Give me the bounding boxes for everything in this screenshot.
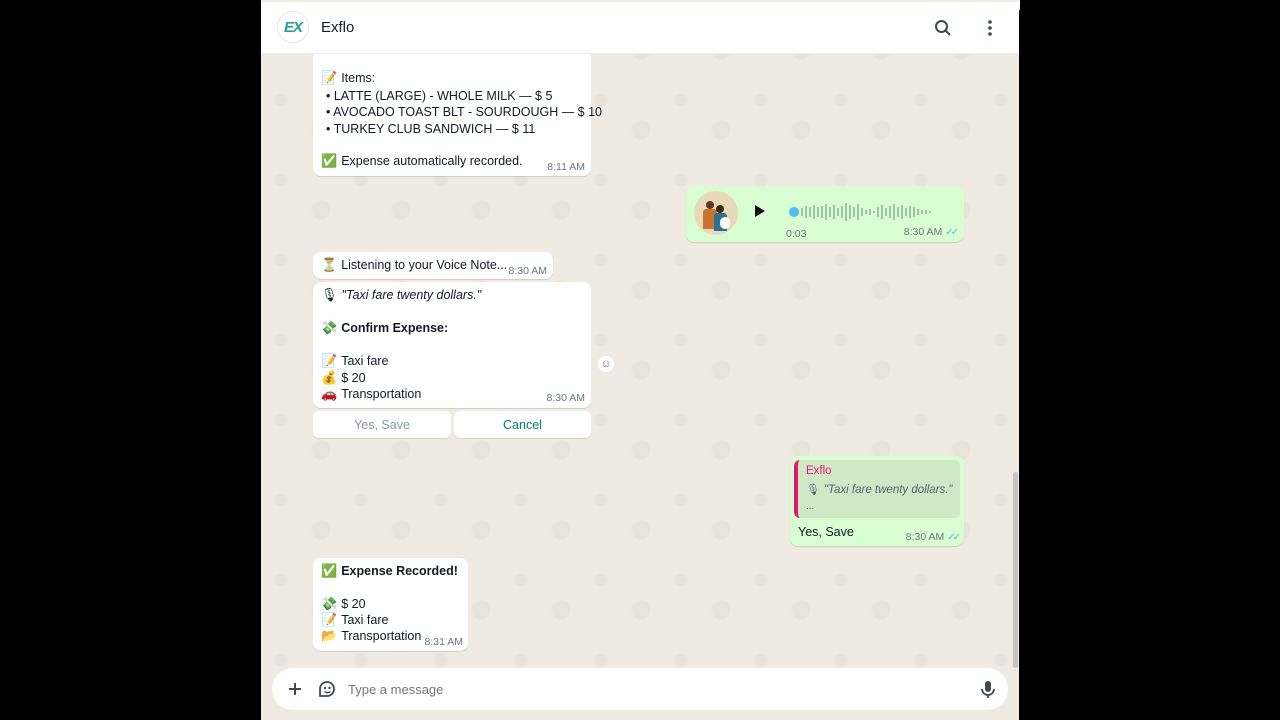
expense-recorded-message: ✅ Expense Recorded! 💸 $ 20 📝 Taxi fare 📂 Tra… [313, 558, 468, 651]
memo-icon: 📝 [321, 354, 338, 369]
react-icon[interactable]: ☺ [598, 356, 614, 372]
plus-icon[interactable] [285, 679, 305, 699]
transcript-text: "Taxi fare twenty dollars." [341, 288, 482, 302]
reply-text: Yes, Save [798, 525, 854, 539]
items-label: Items: [341, 71, 376, 85]
sender-avatar [694, 191, 738, 235]
recorded-amount: $ 20 [341, 597, 366, 611]
message-time: 8:30 AM [508, 265, 547, 277]
recorded-heading: Expense Recorded! [341, 564, 458, 578]
receipt-message: 📝 Items: • LATTE (LARGE) - WHOLE MILK — $… [313, 50, 602, 176]
quoted-text: "Taxi fare twenty dollars." [823, 484, 953, 496]
reply-message: Exflo 🎙 "Taxi fare twenty dollars." ... Y… [790, 456, 964, 546]
memo-icon: 📝 [321, 71, 338, 86]
hourglass-icon: ⏳ [321, 258, 338, 273]
memo-icon: 📝 [321, 613, 338, 628]
car-icon: 🚗 [321, 387, 338, 402]
folder-icon: 📂 [321, 629, 338, 644]
message-composer [272, 668, 1008, 710]
money-icon: 💸 [321, 597, 338, 612]
waveform[interactable] [787, 202, 947, 222]
chat-header: EX Exflo [261, 2, 1019, 54]
check-mark-icon: ✅ [321, 154, 338, 169]
message-time: 8:11 AM [547, 161, 585, 173]
message-time: 8:30 AM [546, 392, 585, 404]
confirm-expense-message: 🎙 "Taxi fare twenty dollars." 💸 Confirm Ex… [313, 282, 591, 408]
microphone-icon: 🎙 [321, 288, 338, 303]
read-receipt-icon: ✓✓ [945, 227, 959, 238]
message-input[interactable] [348, 678, 948, 700]
sticker-icon[interactable] [317, 679, 337, 699]
money-icon: 💸 [321, 321, 338, 336]
quoted-message[interactable]: Exflo 🎙 "Taxi fare twenty dollars." ... [794, 460, 960, 518]
recorded-note: Expense automatically recorded. [341, 154, 523, 168]
search-icon[interactable] [931, 16, 955, 40]
listening-text: Listening to your Voice Note... [341, 258, 508, 272]
recorded-description: Taxi fare [341, 613, 389, 627]
recorded-category: Transportation [341, 629, 422, 643]
expense-amount: $ 20 [341, 371, 366, 385]
money-bag-icon: 💰 [321, 371, 338, 386]
quoted-author: Exflo [806, 465, 832, 477]
message-time: 8:30 AM [905, 531, 945, 543]
receipt-item: • LATTE (LARGE) - WHOLE MILK — $ 5 [326, 89, 553, 103]
receipt-item: • TURKEY CLUB SANDWICH — $ 11 [326, 122, 536, 136]
check-mark-icon: ✅ [321, 564, 338, 579]
expense-category: Transportation [341, 387, 422, 401]
confirm-heading: Confirm Expense: [341, 321, 449, 335]
message-time: 8:31 AM [424, 636, 463, 648]
mic-badge-icon [720, 217, 730, 229]
chat-scrollbar[interactable] [1013, 472, 1018, 668]
microphone-icon[interactable] [979, 679, 997, 699]
voice-duration: 0:03 [786, 228, 807, 240]
voice-note-message: 0:03 8:30 AM ✓✓ [686, 186, 964, 242]
chat-window: EX Exflo 📝 Items: • LATTE (LARGE) - WHOLE… [261, 0, 1019, 720]
yes-save-button[interactable]: Yes, Save [313, 411, 451, 438]
expense-description: Taxi fare [341, 354, 389, 368]
listening-message: ⏳ Listening to your Voice Note... 8:30 AM [313, 252, 553, 279]
play-icon[interactable] [755, 205, 765, 217]
more-vertical-icon[interactable] [978, 16, 1002, 40]
receipt-item: • AVOCADO TOAST BLT - SOURDOUGH — $ 10 [326, 105, 602, 119]
contact-name[interactable]: Exflo [321, 19, 354, 36]
microphone-icon: 🎙 [806, 483, 820, 496]
cancel-button[interactable]: Cancel [454, 411, 591, 438]
contact-avatar[interactable]: EX [277, 11, 309, 43]
quoted-more: ... [806, 501, 815, 512]
read-receipt-icon: ✓✓ [947, 532, 961, 543]
message-time: 8:30 AM [903, 226, 943, 238]
